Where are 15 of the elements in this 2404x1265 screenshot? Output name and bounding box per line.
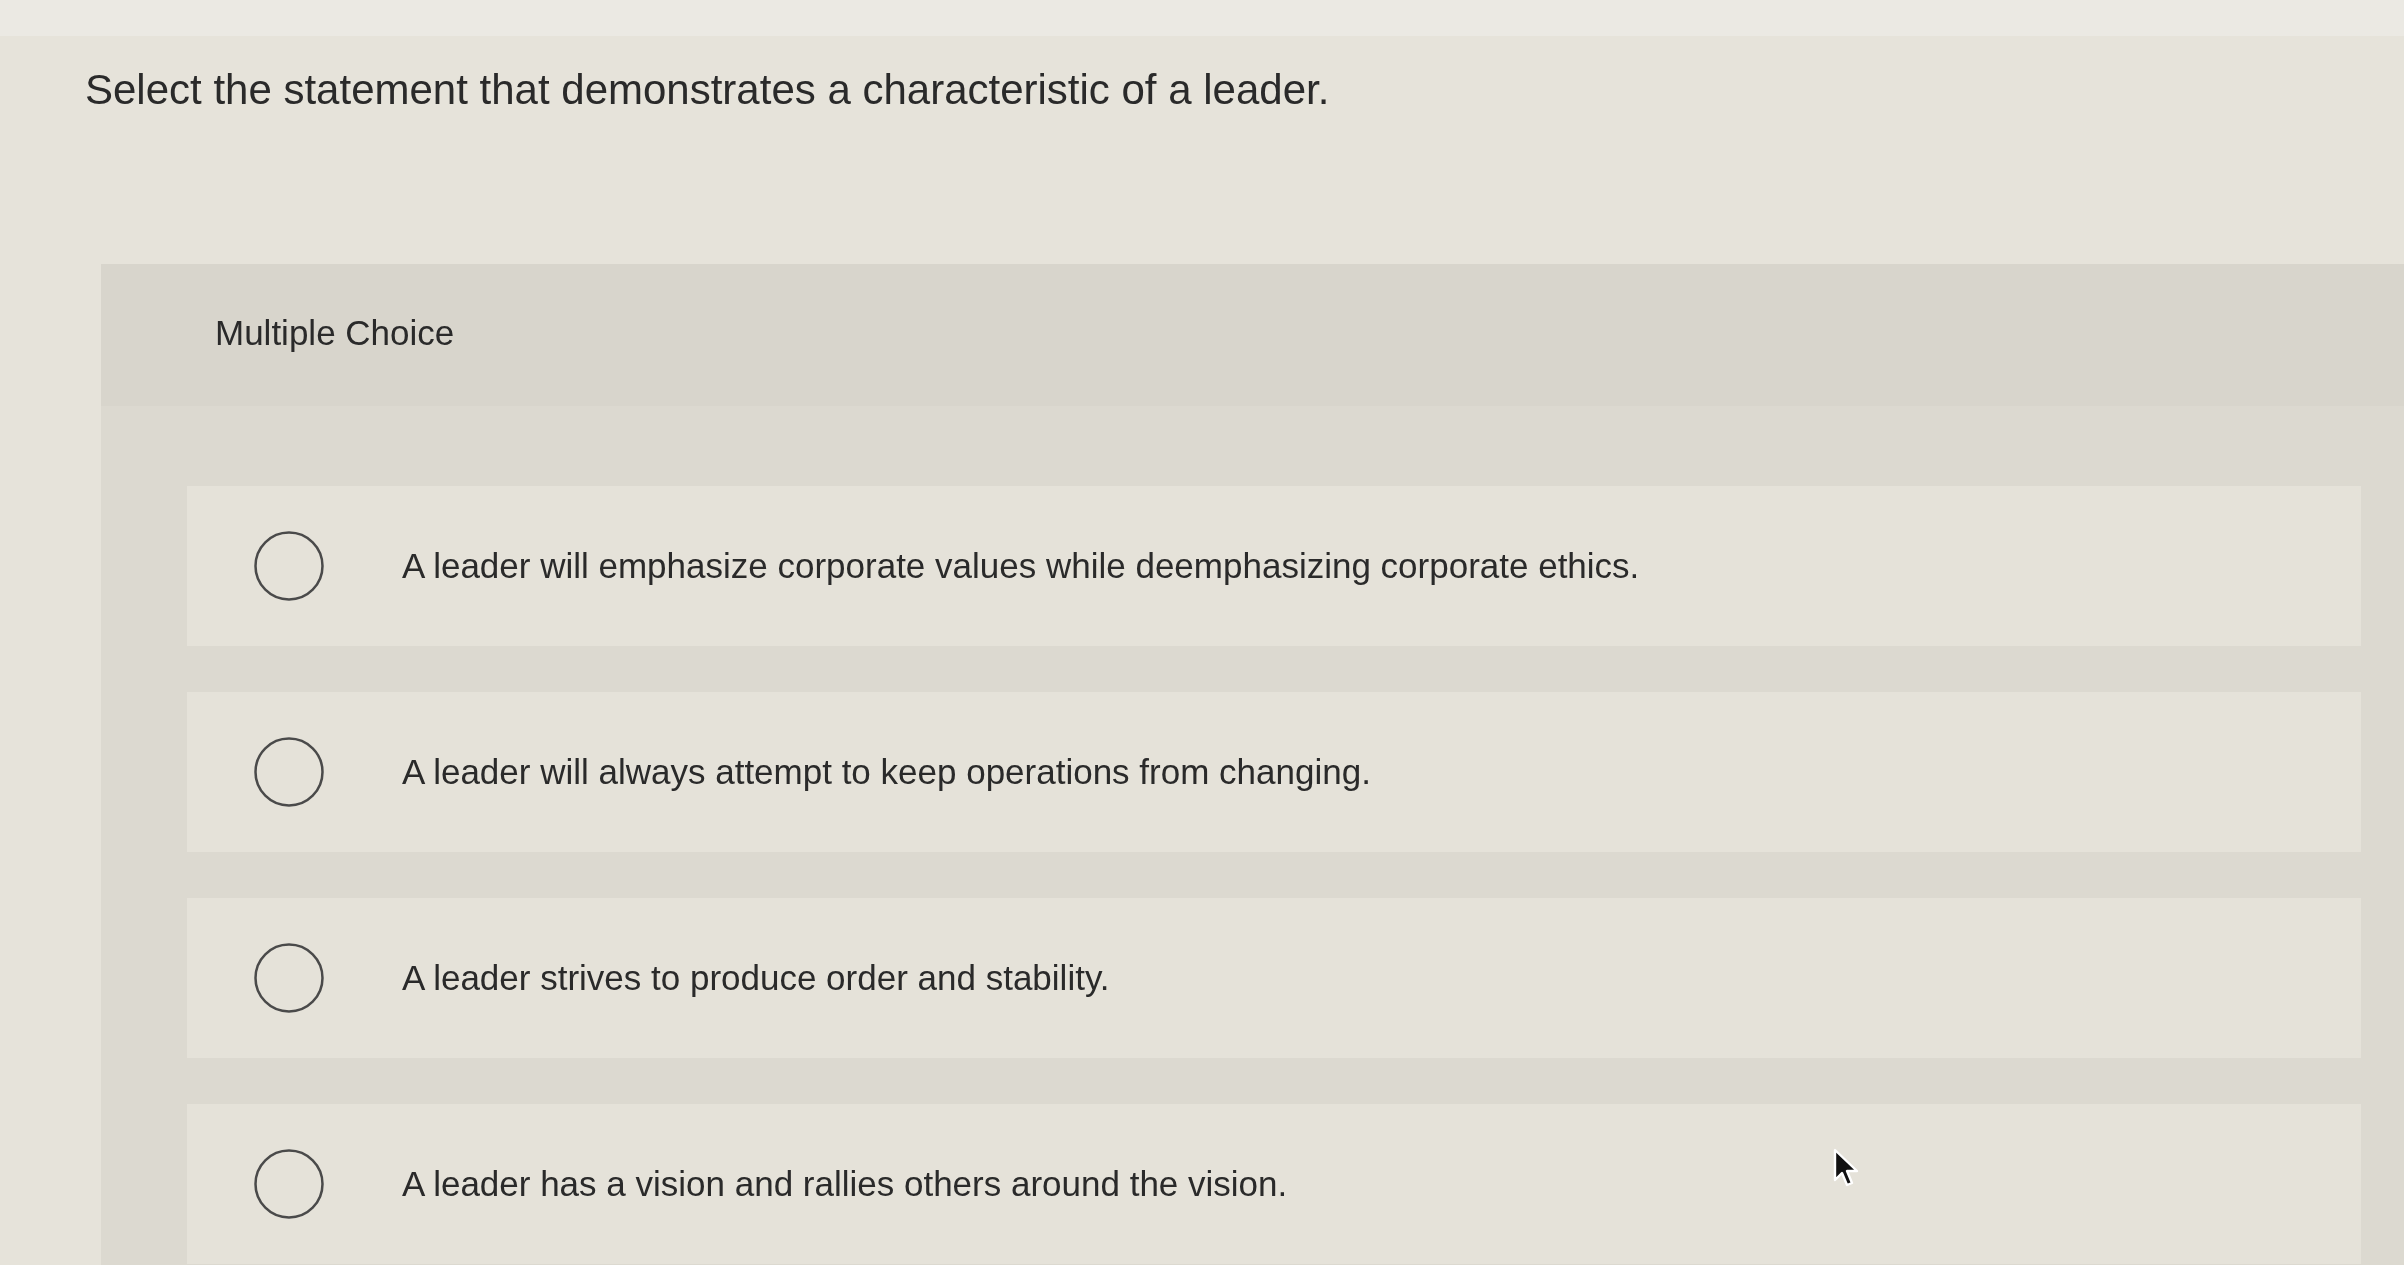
question-text: Select the statement that demonstrates a characteristic of a leader. (85, 65, 1330, 115)
radio-button[interactable] (254, 737, 324, 807)
radio-button[interactable] (254, 1149, 324, 1219)
answer-option[interactable]: A leader will emphasize corporate values while deemphasizing corporate ethics. (187, 486, 2361, 646)
mouse-pointer-icon (1833, 1148, 1861, 1188)
answer-option[interactable]: A leader has a vision and rallies others around the vision. (187, 1104, 2361, 1264)
question-type-label: Multiple Choice (215, 312, 455, 354)
option-text: A leader will emphasize corporate values while deemphasizing corporate ethics. (402, 545, 1640, 587)
option-text: A leader has a vision and rallies others around the vision. (402, 1163, 1288, 1205)
radio-button[interactable] (254, 531, 324, 601)
radio-button[interactable] (254, 943, 324, 1013)
option-text: A leader strives to produce order and stability. (402, 957, 1110, 999)
answer-option[interactable]: A leader strives to produce order and stability. (187, 898, 2361, 1058)
option-text: A leader will always attempt to keep operations from changing. (402, 751, 1371, 793)
answer-option[interactable]: A leader will always attempt to keep operations from changing. (187, 692, 2361, 852)
